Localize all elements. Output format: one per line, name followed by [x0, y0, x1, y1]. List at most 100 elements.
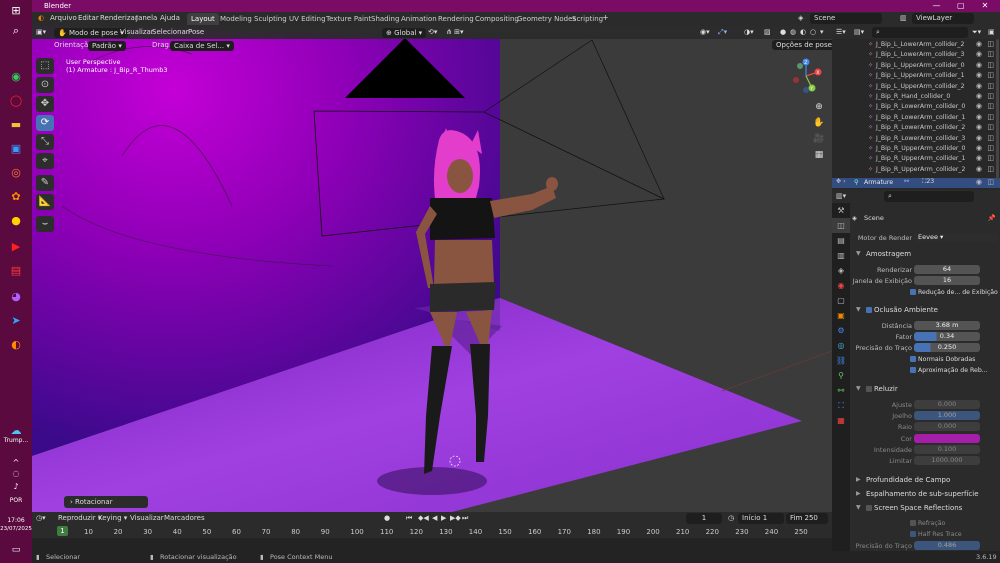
display-mode-icon[interactable]: ▤▾ [854, 28, 864, 36]
constraint-tab-icon[interactable]: ⛓ [832, 353, 850, 368]
filter-icon[interactable]: ⏷▾ [972, 28, 981, 37]
viewport-samples-field[interactable]: 16 [914, 276, 980, 285]
chrome-icon[interactable]: ● [8, 214, 24, 228]
tab-layout[interactable]: Layout [187, 13, 219, 25]
overlay-icon[interactable]: ◑▾ [744, 28, 754, 36]
camera-view-icon[interactable]: 🎥 [812, 134, 826, 146]
clock-date[interactable]: 23/07/2025 [0, 526, 32, 532]
denoise-checkbox[interactable]: Redução de... de Exibição [910, 289, 998, 296]
visibility-eye-icon[interactable]: ◉ [976, 82, 982, 90]
close-icon[interactable]: ✕ [974, 0, 996, 12]
telegram-icon[interactable]: ➤ [8, 314, 24, 328]
drag-selector[interactable]: Caixa de Sel... ▾ [170, 41, 234, 51]
view-layer-selector[interactable]: ViewLayer [912, 13, 974, 24]
collection-tab-icon[interactable]: ▢ [832, 293, 850, 308]
gizmo-toggle-icon[interactable]: ⤢▾ [718, 28, 727, 37]
object-tab-icon[interactable]: ▣ [832, 308, 850, 323]
outliner-row[interactable]: ✧ J_Bip_R_UpperArm_collider_2 ◉ ◫ [832, 165, 1000, 175]
3d-viewport[interactable]: ▣▾ ✋ Modo de pose ▾ Visualizar Seleciona… [32, 26, 832, 512]
whatsapp-icon[interactable]: ◉ [8, 70, 24, 84]
timeline-editor[interactable]: ◷▾ Reproduzir ▾ Keying ▾ Visualizar Marc… [32, 512, 832, 551]
visibility-icon[interactable]: ◉▾ [700, 28, 710, 36]
section-ssr[interactable]: ▼ Screen Space Reflections [852, 502, 1000, 514]
snap-icon[interactable]: ⋔ ⊞▾ [446, 28, 463, 36]
modifier-tab-icon[interactable]: ⚙ [832, 323, 850, 338]
render-camera-icon[interactable]: ◫ [987, 61, 994, 69]
menu-pose[interactable]: Pose [188, 28, 204, 36]
network-icon[interactable]: ◌ [8, 467, 24, 481]
properties-editor-icon[interactable]: ▥▾ [836, 192, 846, 200]
outliner-editor-icon[interactable]: ☰▾ [836, 28, 846, 36]
timeline-track[interactable] [32, 538, 832, 551]
trump-label[interactable]: Trump... [0, 437, 32, 444]
ssr-refraction-checkbox[interactable]: Refração [910, 520, 945, 527]
outliner-row[interactable]: ✧ J_Bip_R_LowerArm_collider_0 ◉ ◫ [832, 102, 1000, 112]
visibility-eye-icon[interactable]: ◉ [976, 113, 982, 121]
scene-selector[interactable]: Scene [810, 13, 882, 24]
move-tool-icon[interactable]: ✥ [36, 96, 54, 112]
visibility-eye-icon[interactable]: ◉ [976, 71, 982, 79]
youtube-icon[interactable]: ▶ [8, 240, 24, 254]
zoom-icon[interactable]: ⊕ [812, 102, 826, 114]
outliner-row[interactable]: ✧ J_Bip_L_LowerArm_collider_3 ◉ ◫ [832, 50, 1000, 60]
rotate-tool-icon[interactable]: ⟳ [36, 115, 54, 131]
menu-window[interactable]: Janela [136, 14, 157, 22]
bloom-radius-field[interactable]: 0.000 [914, 422, 980, 431]
outliner-row[interactable]: ✧ J_Bip_R_LowerArm_collider_3 ◉ ◫ [832, 134, 1000, 144]
render-camera-icon[interactable]: ◫ [987, 165, 994, 173]
section-subsurface[interactable]: ▶ Espalhamento de sub-superfície [852, 488, 1000, 500]
outliner-row[interactable]: ✧ J_Bip_L_UpperArm_collider_1 ◉ ◫ [832, 71, 1000, 81]
clock-time[interactable]: 17:06 [0, 517, 32, 524]
ssr-half-res-checkbox[interactable]: Half Res Trace [910, 531, 962, 538]
bloom-threshold-field[interactable]: 0.000 [914, 400, 980, 409]
menu-keying[interactable]: Keying ▾ [98, 514, 127, 522]
visibility-eye-icon[interactable]: ◉ [976, 154, 982, 162]
world-tab-icon[interactable]: ◉ [832, 278, 850, 293]
outliner-scrollbar[interactable] [996, 39, 999, 179]
render-camera-icon[interactable]: ◫ [987, 134, 994, 142]
maximize-icon[interactable]: ▢ [950, 0, 972, 12]
ao-factor-slider[interactable]: 0.34 [914, 332, 980, 341]
render-camera-icon[interactable]: ◫ [987, 113, 994, 121]
tool-tab-icon[interactable]: ⚒ [832, 203, 850, 218]
measure-tool-icon[interactable]: 📐 [36, 194, 54, 210]
shading-wire-icon[interactable]: ○ [810, 28, 816, 36]
outliner-row-armature[interactable]: ✥ › ⚲ Armature ⚯ ⛶23 ◉ ◫ [832, 178, 1000, 189]
view-layer-tab-icon[interactable]: ▥ [832, 248, 850, 263]
section-ambient-occlusion[interactable]: ▼ Oclusão Ambiente [852, 304, 1000, 316]
annotate-tool-icon[interactable]: ✎ [36, 175, 54, 191]
pivot-icon[interactable]: ⟲▾ [428, 28, 437, 36]
current-frame-field[interactable]: 1 [686, 513, 722, 524]
render-camera-icon[interactable]: ◫ [987, 154, 994, 162]
render-camera-icon[interactable]: ◫ [987, 82, 994, 90]
menu-help[interactable]: Ajuda [160, 14, 180, 22]
record-icon[interactable]: ● [384, 514, 390, 522]
data-tab-icon[interactable]: ⚲ [832, 368, 850, 383]
timeline-editor-icon[interactable]: ◷▾ [36, 514, 46, 522]
navigation-gizmo[interactable]: X Y Z [788, 56, 824, 96]
play-reverse-icon[interactable]: ◀ [432, 514, 437, 522]
folder-icon[interactable]: ▬ [8, 118, 24, 132]
render-camera-icon[interactable]: ◫ [987, 71, 994, 79]
last-operator-panel[interactable]: › Rotacionar [64, 496, 148, 508]
prev-key-icon[interactable]: ◆◀ [418, 514, 429, 522]
outliner-row[interactable]: ✧ J_Bip_R_LowerArm_collider_2 ◉ ◫ [832, 123, 1000, 133]
menu-file[interactable]: Arquivo [50, 14, 77, 22]
menu-playback[interactable]: Reproduzir ▾ [58, 514, 101, 522]
armature-expand-icon[interactable]: ✥ › [836, 178, 846, 185]
bloom-enable-checkbox[interactable] [866, 386, 872, 392]
render-camera-icon[interactable]: ◫ [987, 40, 994, 48]
menu-view[interactable]: Visualizar [120, 28, 154, 36]
shading-options-icon[interactable]: ▾ [820, 28, 824, 36]
orientation-selector[interactable]: Padrão ▾ [88, 41, 126, 51]
editor-type-icon[interactable]: ▣▾ [36, 28, 46, 36]
visibility-eye-icon[interactable]: ◉ [976, 123, 982, 131]
render-camera-icon[interactable]: ◫ [987, 102, 994, 110]
language-indicator[interactable]: POR [0, 497, 32, 504]
outliner-row[interactable]: ✧ J_Bip_R_Hand_collider_0 ◉ ◫ [832, 92, 1000, 102]
shading-solid-icon[interactable]: ● [780, 28, 786, 36]
render-camera-icon[interactable]: ◫ [987, 144, 994, 152]
mode-selector[interactable]: ✋ Modo de pose ▾ [54, 28, 128, 38]
bloom-clamp-field[interactable]: 1000.000 [914, 456, 980, 465]
volume-icon[interactable]: ♪ [8, 480, 24, 494]
